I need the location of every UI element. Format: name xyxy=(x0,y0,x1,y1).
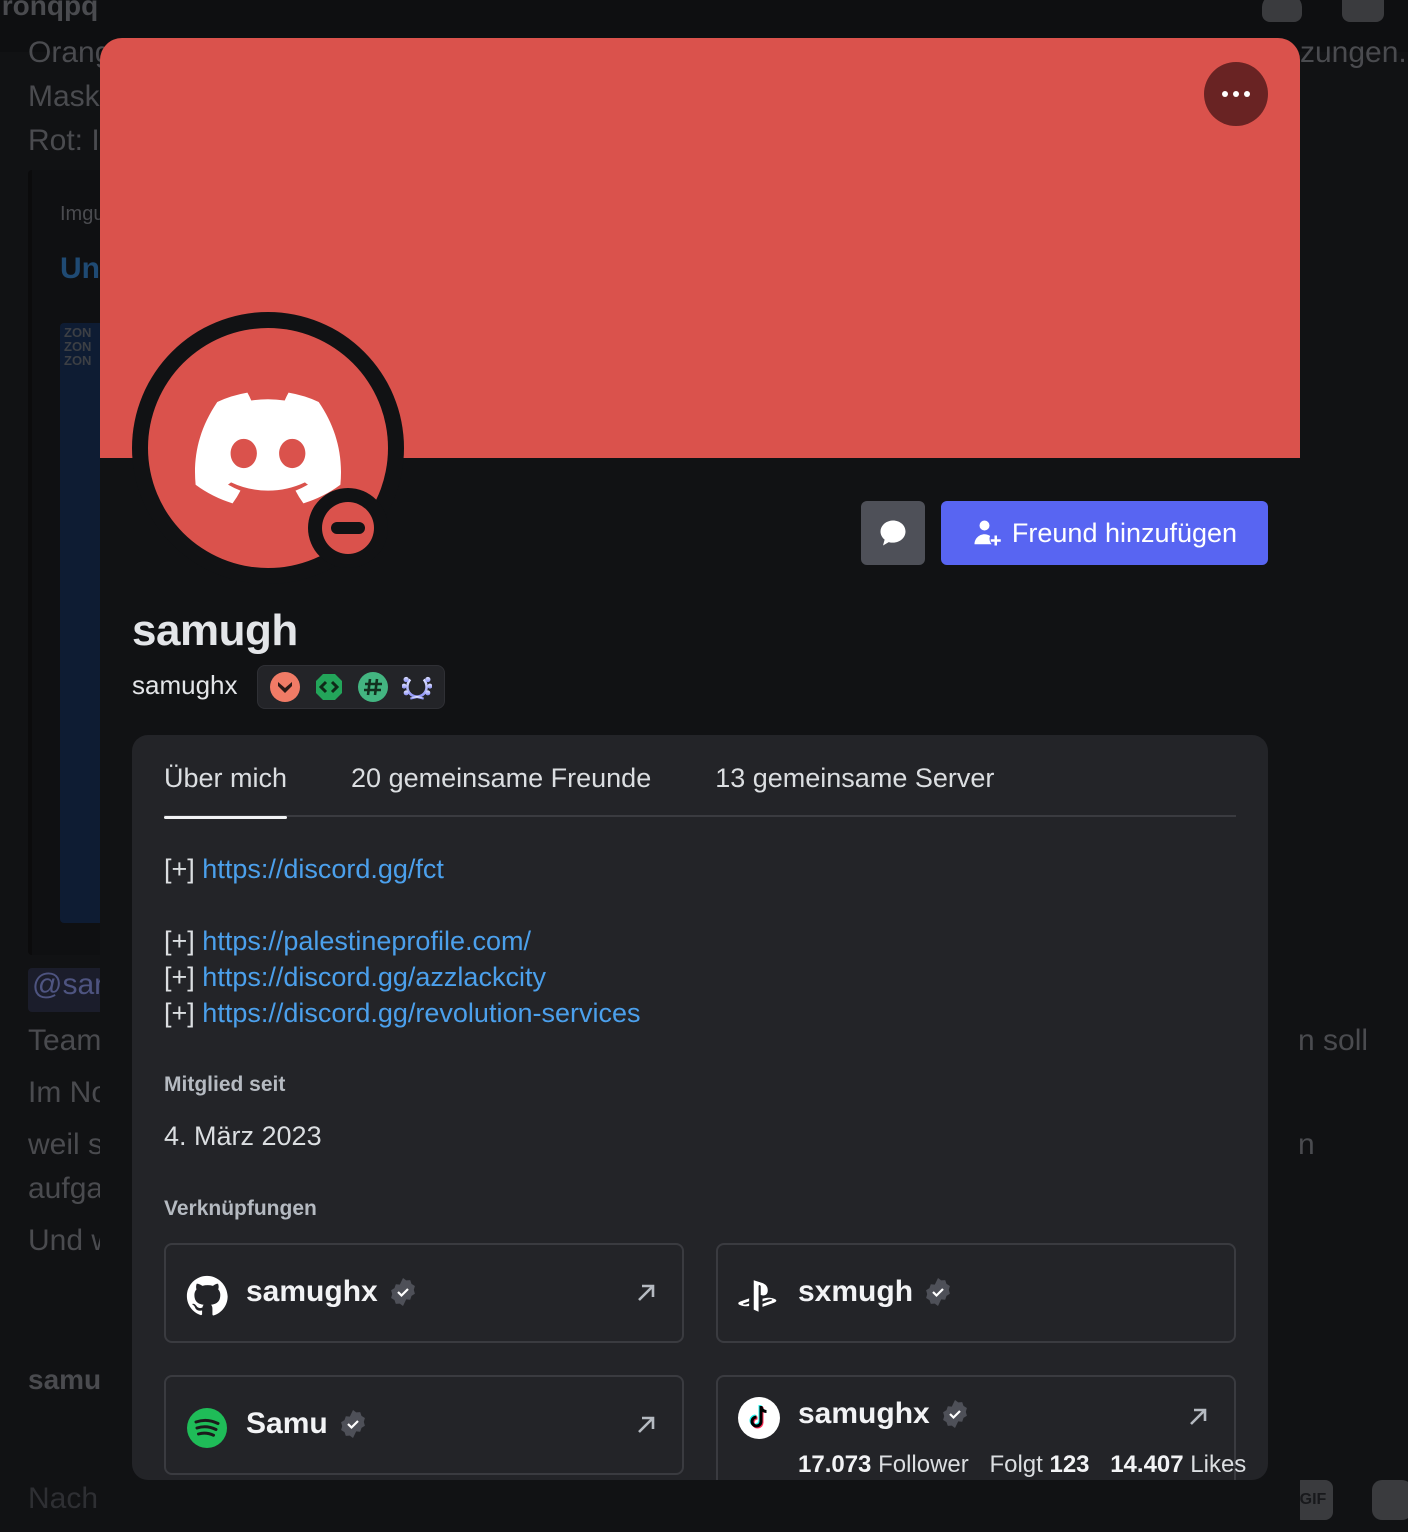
connection-name: samughx xyxy=(246,1275,418,1309)
bg-message-line: Rot: I xyxy=(28,124,100,157)
likes-label: Likes xyxy=(1190,1451,1247,1478)
external-link-icon[interactable] xyxy=(634,1413,658,1437)
chat-bubble-icon xyxy=(880,520,906,546)
bg-message-line: Team xyxy=(28,1024,102,1057)
bio-line: [+] https://discord.gg/revolution-servic… xyxy=(164,995,641,1031)
embed-title-link[interactable]: Un xyxy=(60,252,100,286)
bg-message-line: zungen. xyxy=(1300,36,1407,69)
nitro-laurel-badge[interactable] xyxy=(402,672,432,702)
active-developer-icon xyxy=(316,674,342,700)
connection-username: samughx xyxy=(246,1275,378,1308)
tab-mutual-friends[interactable]: 20 gemeinsame Freunde xyxy=(351,763,651,817)
bio-link[interactable]: https://discord.gg/fct xyxy=(202,854,444,884)
bio-prefix: [+] xyxy=(164,962,195,992)
tiktok-stats: 17.073 Follower Folgt 123 14.407 Likes xyxy=(798,1451,1246,1479)
avatar-frame xyxy=(132,312,404,584)
tab-about-me[interactable]: Über mich xyxy=(164,763,288,819)
embed-image-text: ZON ZON ZON xyxy=(64,325,92,368)
connection-username: samughx xyxy=(798,1397,930,1430)
bio-link[interactable]: https://discord.gg/azzlackcity xyxy=(202,962,546,992)
verified-icon xyxy=(340,1410,365,1438)
active-developer-badge[interactable] xyxy=(314,672,344,702)
verified-icon xyxy=(942,1400,967,1428)
connection-github[interactable]: samughx xyxy=(164,1243,684,1343)
discord-logo-icon xyxy=(195,392,341,504)
spotify-icon xyxy=(186,1407,228,1449)
external-link-icon[interactable] xyxy=(1186,1405,1210,1429)
bio-line: [+] https://discord.gg/azzlackcity xyxy=(164,959,641,995)
bio-line: [+] https://palestineprofile.com/ xyxy=(164,923,641,959)
badge-list xyxy=(257,665,445,709)
followers-count: 17.073 xyxy=(798,1451,872,1478)
channel-title: ironqpq xyxy=(0,0,99,21)
bg-message-line: n soll xyxy=(1298,1024,1369,1057)
external-link-icon[interactable] xyxy=(634,1281,658,1305)
bg-message-author: samu xyxy=(28,1364,102,1395)
emoji-icon[interactable] xyxy=(1372,1480,1408,1520)
more-dot xyxy=(1244,91,1250,97)
profile-panel: Über mich 20 gemeinsame Freunde 13 gemei… xyxy=(132,735,1268,1480)
add-friend-label: Freund hinzufügen xyxy=(1011,517,1238,548)
connection-username: Samu xyxy=(246,1407,328,1440)
bg-message-line: n xyxy=(1298,1128,1315,1161)
more-dot xyxy=(1222,91,1228,97)
embed-source: Imgu xyxy=(60,203,105,225)
about-me-bio: [+] https://discord.gg/fct [+] https://p… xyxy=(164,851,641,1031)
bg-message-line: Mask xyxy=(28,80,100,113)
bg-message-line: Orang xyxy=(28,36,112,69)
bg-message-line: weil s xyxy=(28,1128,104,1161)
hypesquad-brilliance-badge[interactable] xyxy=(270,672,300,702)
voice-call-icon[interactable] xyxy=(1262,0,1302,22)
hypesquad-brilliance-icon xyxy=(270,672,300,702)
add-friend-button[interactable]: Freund hinzufügen xyxy=(941,501,1268,565)
more-dot xyxy=(1233,91,1239,97)
member-since-date: 4. März 2023 xyxy=(164,1121,322,1151)
bg-message-line: Im No xyxy=(28,1076,109,1109)
message-input-placeholder: Nach xyxy=(28,1482,99,1515)
more-options-button[interactable] xyxy=(1204,62,1268,126)
username: samughx xyxy=(132,670,238,700)
user-mention[interactable]: @sar xyxy=(28,968,109,1012)
bg-message-line: aufga xyxy=(28,1172,104,1205)
following-label: Folgt xyxy=(989,1451,1043,1478)
send-message-button[interactable] xyxy=(861,501,925,565)
bio-prefix: [+] xyxy=(164,854,195,884)
verified-icon xyxy=(390,1278,415,1306)
tab-mutual-servers[interactable]: 13 gemeinsame Server xyxy=(715,763,994,817)
followers-label: Follower xyxy=(878,1451,969,1478)
profile-tabs: Über mich 20 gemeinsame Freunde 13 gemei… xyxy=(164,763,1236,819)
laurel-icon xyxy=(402,676,432,700)
do-not-disturb-icon xyxy=(322,502,374,554)
bio-link[interactable]: https://palestineprofile.com/ xyxy=(202,926,531,956)
playstation-icon xyxy=(738,1275,780,1317)
bio-spacer xyxy=(164,887,641,923)
likes-count: 14.407 xyxy=(1110,1451,1184,1478)
connection-name: sxmugh xyxy=(798,1275,953,1309)
connection-tiktok[interactable]: samughx 17.073 Follower Folgt 123 14.407… xyxy=(716,1375,1246,1480)
connection-spotify[interactable]: Samu xyxy=(164,1375,684,1475)
display-name: samugh xyxy=(132,606,298,655)
verified-icon xyxy=(926,1278,950,1306)
connection-name: Samu xyxy=(246,1407,368,1441)
github-icon xyxy=(186,1275,228,1317)
hashtag-badge-icon xyxy=(358,672,388,702)
connection-username: sxmugh xyxy=(798,1275,914,1308)
bio-line: [+] https://discord.gg/fct xyxy=(164,851,641,887)
moderator-alumni-badge[interactable] xyxy=(358,672,388,702)
member-since-title: Mitglied seit xyxy=(164,1073,286,1096)
user-profile-popout: Freund hinzufügen samugh samughx Über mi… xyxy=(100,38,1300,1532)
connections-title: Verknüpfungen xyxy=(164,1197,317,1220)
connection-name: samughx xyxy=(798,1397,970,1431)
tiktok-icon xyxy=(738,1397,780,1439)
bio-link[interactable]: https://discord.gg/revolution-services xyxy=(202,998,640,1028)
bio-prefix: [+] xyxy=(164,926,195,956)
dnd-bar xyxy=(331,522,365,534)
following-count: 123 xyxy=(1049,1451,1090,1478)
video-call-icon[interactable] xyxy=(1342,0,1384,22)
add-friend-icon xyxy=(974,520,1001,546)
connection-playstation[interactable]: sxmugh xyxy=(716,1243,1236,1343)
bio-prefix: [+] xyxy=(164,998,195,1028)
status-indicator xyxy=(308,488,388,568)
